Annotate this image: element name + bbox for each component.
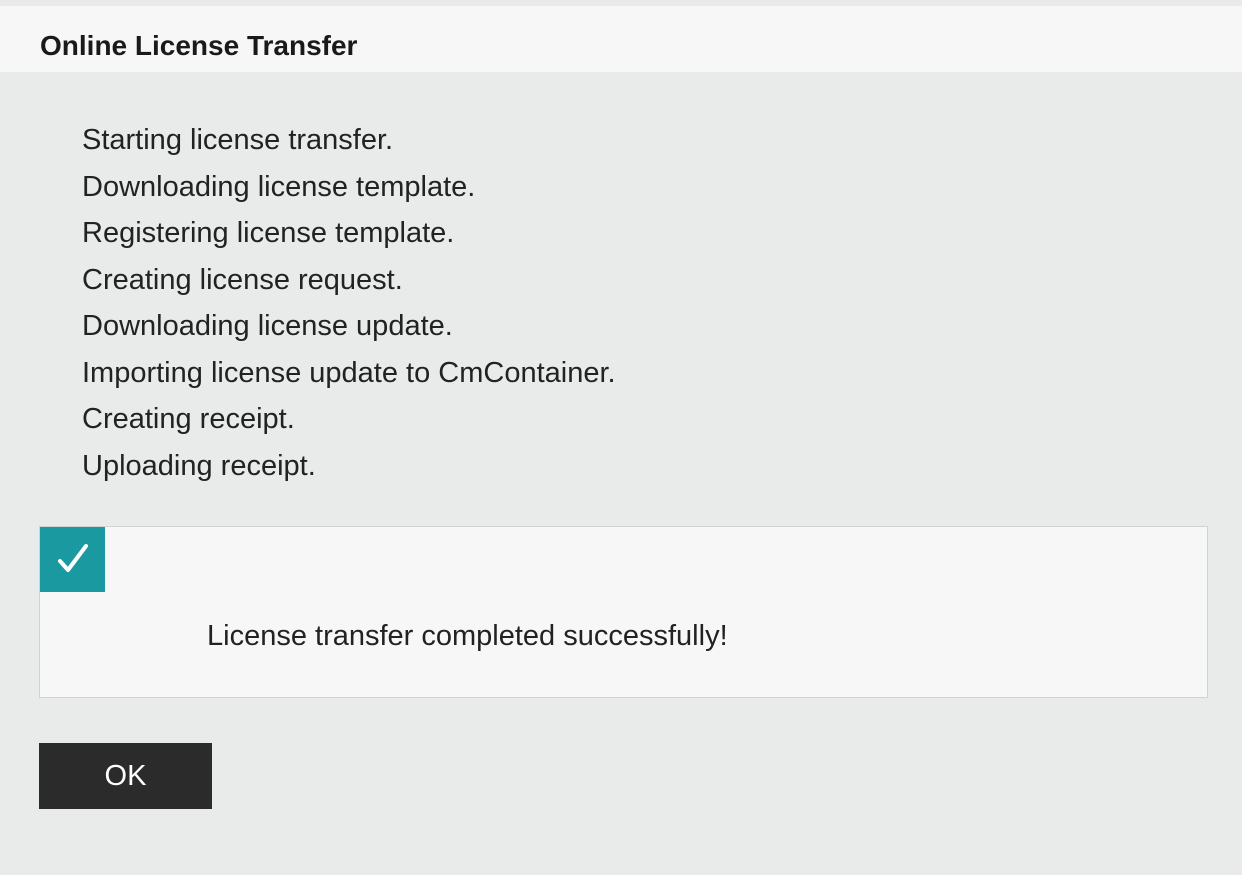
log-line: Downloading license template. xyxy=(82,170,476,203)
log-line: Downloading license update. xyxy=(82,310,453,342)
log-line: Creating receipt. xyxy=(82,403,295,435)
result-panel: License transfer completed successfully! xyxy=(39,526,1208,698)
log-line: Starting license transfer. xyxy=(82,124,394,156)
log-line: Importing license update to CmContainer. xyxy=(82,356,616,389)
success-message: License transfer completed successfully! xyxy=(207,620,728,652)
log-line: Uploading receipt. xyxy=(82,449,316,482)
checkmark-icon xyxy=(57,543,88,572)
title-bar: Online License Transfer xyxy=(0,6,1242,72)
progress-log: Starting license transfer. Downloading l… xyxy=(82,117,616,489)
ok-button[interactable]: OK xyxy=(39,743,212,809)
log-line: Registering license template. xyxy=(82,217,455,249)
success-badge xyxy=(40,527,105,592)
license-transfer-dialog: Online License Transfer Starting license… xyxy=(0,0,1242,875)
log-line: Creating license request. xyxy=(82,263,403,296)
dialog-title: Online License Transfer xyxy=(40,30,358,61)
